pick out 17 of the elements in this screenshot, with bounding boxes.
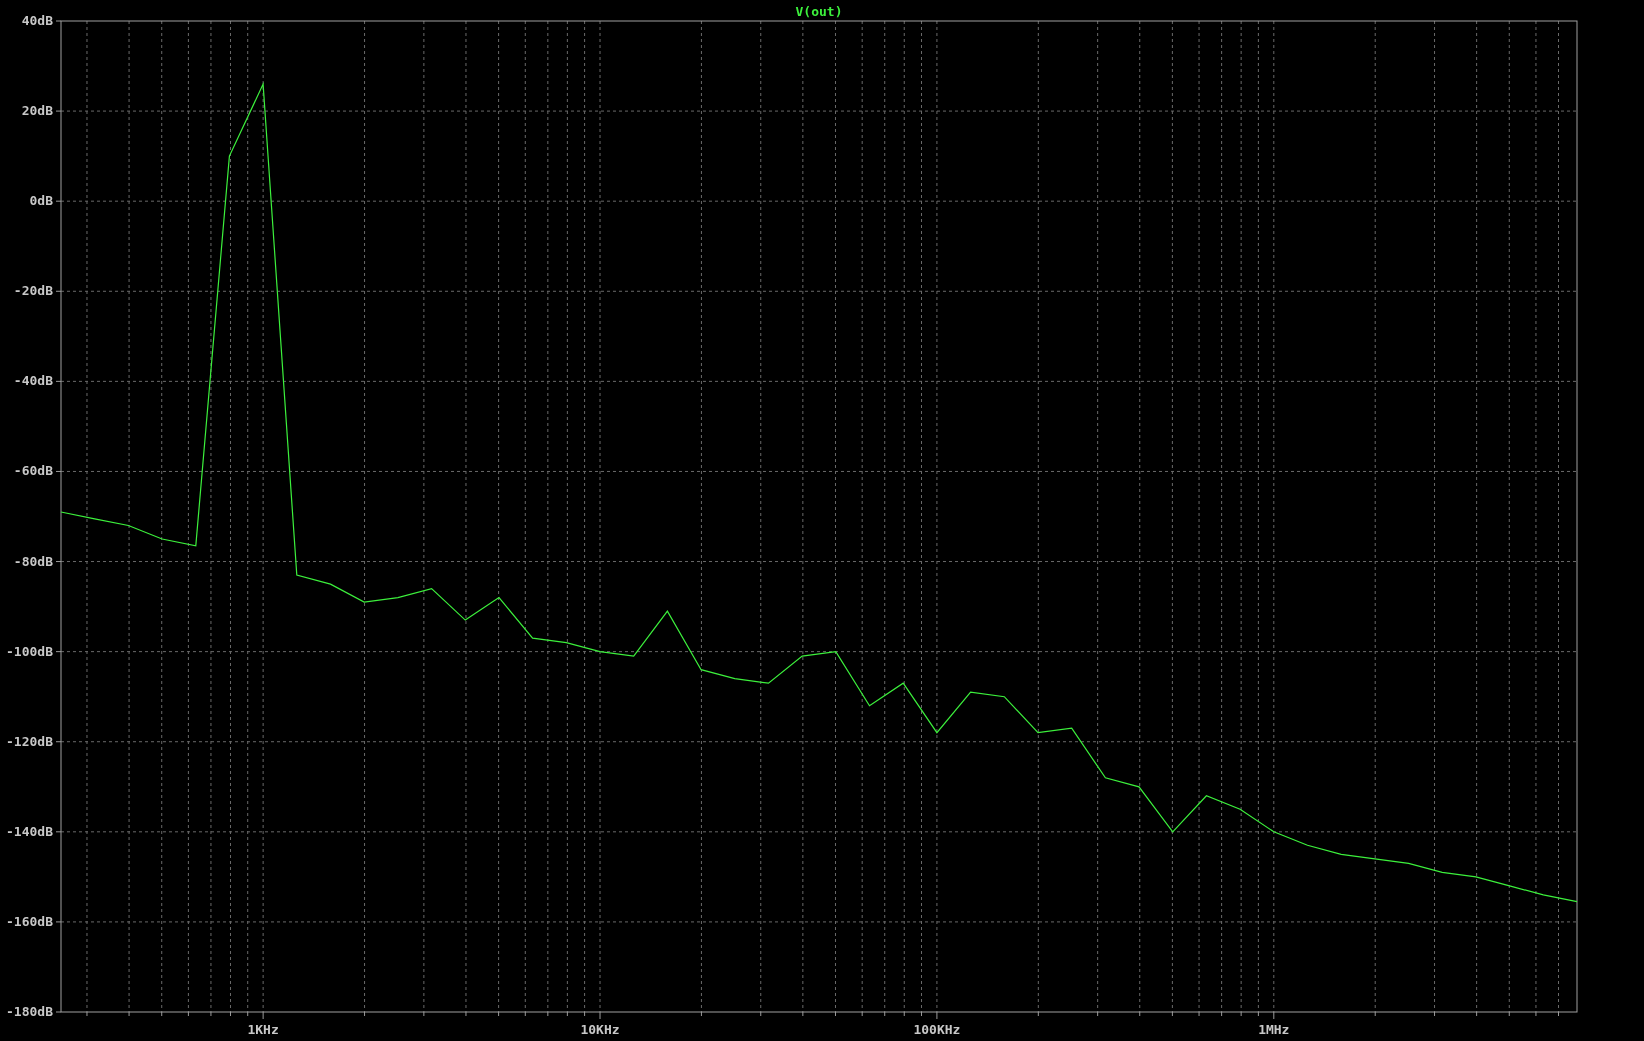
- y-tick-label: -140dB: [6, 823, 53, 839]
- x-tick-label: 1MHz: [1258, 1022, 1290, 1037]
- y-tick-label: 20dB: [21, 103, 53, 119]
- y-tick-label: 40dB: [21, 13, 53, 28]
- trace-legend-label[interactable]: V(out): [795, 4, 843, 19]
- y-tick-label: 0dB: [29, 193, 53, 209]
- y-tick-label: -180dB: [6, 1004, 53, 1019]
- y-tick-label: -20dB: [13, 283, 53, 299]
- y-tick-label: -40dB: [13, 373, 53, 389]
- y-tick-label: -80dB: [13, 553, 53, 569]
- y-tick-label: -160dB: [6, 913, 53, 929]
- x-tick-label: 10KHz: [580, 1022, 620, 1037]
- y-tick-label: -60dB: [13, 463, 53, 479]
- y-tick-label: -120dB: [6, 733, 53, 749]
- x-tick-label: 1KHz: [247, 1022, 279, 1037]
- y-tick-label: -100dB: [6, 643, 53, 659]
- x-tick-label: 100KHz: [913, 1022, 961, 1037]
